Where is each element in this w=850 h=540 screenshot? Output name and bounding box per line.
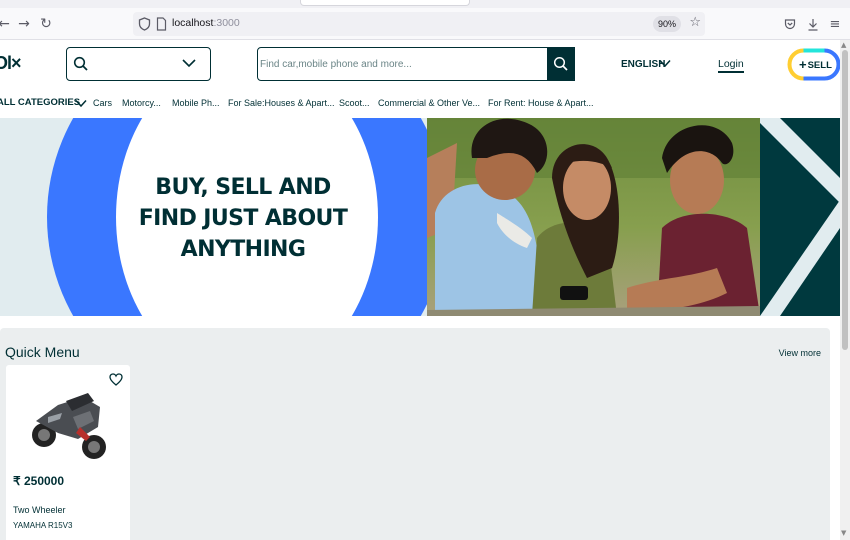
category-commercial-vehicles[interactable]: Commercial & Other Ve... xyxy=(378,98,480,108)
chevron-down-icon[interactable] xyxy=(182,58,196,68)
login-link[interactable]: Login xyxy=(718,58,744,73)
search-icon xyxy=(73,56,88,71)
pocket-icon[interactable] xyxy=(782,15,798,33)
quick-menu-section: Quick Menu View more ₹ 250000 Two Wheele… xyxy=(0,328,830,540)
sell-text: SELL xyxy=(807,60,832,71)
page-viewport: Ol× ENGLISH Login +SELL ALL CATEGORIES xyxy=(0,40,840,540)
category-cars[interactable]: Cars xyxy=(93,98,112,108)
banner-headline: BUY, SELL AND FIND JUST ABOUT ANYTHING xyxy=(118,172,368,265)
browser-toolbar: ← → ↻ localhost:3000 90% ☆ ≡ xyxy=(0,8,850,40)
category-scooters[interactable]: Scoot... xyxy=(339,98,370,108)
heart-icon[interactable] xyxy=(109,373,123,386)
active-tab[interactable] xyxy=(300,0,470,6)
hero-banner[interactable]: BUY, SELL AND FIND JUST ABOUT ANYTHING xyxy=(0,118,840,316)
banner-photo xyxy=(427,118,760,316)
chevron-down-icon[interactable] xyxy=(659,59,671,68)
sell-button[interactable]: +SELL xyxy=(787,48,840,81)
banner-accent xyxy=(760,118,840,316)
banner-line-3: ANYTHING xyxy=(180,237,306,262)
download-icon[interactable] xyxy=(805,15,821,33)
address-bar[interactable]: localhost:3000 90% ☆ xyxy=(133,12,705,36)
category-houses-sale[interactable]: For Sale:Houses & Apart... xyxy=(228,98,335,108)
product-price: ₹ 250000 xyxy=(13,474,65,488)
view-more-link[interactable]: View more xyxy=(779,348,821,358)
page-scrollbar[interactable]: ▲ ▼ xyxy=(840,40,850,540)
people-photo-illustration xyxy=(427,118,760,316)
search-bar xyxy=(257,47,575,81)
motorcycle-icon xyxy=(32,393,106,459)
scroll-down-arrow-icon[interactable]: ▼ xyxy=(841,529,846,537)
olx-logo[interactable]: Ol× xyxy=(0,53,21,74)
product-card[interactable]: ₹ 250000 Two Wheeler YAMAHA R15V3 xyxy=(6,365,130,540)
scrollbar-thumb[interactable] xyxy=(842,50,848,350)
plus-icon: + xyxy=(799,57,807,72)
product-model: YAMAHA R15V3 xyxy=(13,521,73,530)
category-mobile-phones[interactable]: Mobile Ph... xyxy=(172,98,220,108)
scroll-up-arrow-icon[interactable]: ▲ xyxy=(841,41,846,49)
banner-line-1: BUY, SELL AND xyxy=(155,175,331,200)
search-input[interactable] xyxy=(260,49,545,79)
search-icon xyxy=(553,56,568,71)
banner-line-2: FIND JUST ABOUT xyxy=(138,206,348,231)
banner-graphic: BUY, SELL AND FIND JUST ABOUT ANYTHING xyxy=(0,118,427,316)
site-header: Ol× ENGLISH Login +SELL xyxy=(0,40,840,90)
bookmark-star-icon[interactable]: ☆ xyxy=(689,15,701,30)
all-categories-button[interactable]: ALL CATEGORIES xyxy=(0,97,80,108)
menu-icon[interactable]: ≡ xyxy=(827,15,843,33)
quick-menu-title: Quick Menu xyxy=(5,344,80,360)
forward-icon[interactable]: → xyxy=(14,14,34,34)
product-category: Two Wheeler xyxy=(13,505,66,515)
location-search[interactable] xyxy=(66,47,211,81)
url-host: localhost xyxy=(172,17,214,29)
search-button[interactable] xyxy=(547,47,575,81)
back-icon[interactable]: ← xyxy=(0,14,14,34)
url-port: :3000 xyxy=(213,17,240,29)
category-house-rent[interactable]: For Rent: House & Apart... xyxy=(488,98,594,108)
tab-strip xyxy=(0,0,850,8)
category-motorcycles[interactable]: Motorcy... xyxy=(122,98,161,108)
reload-icon[interactable]: ↻ xyxy=(36,14,56,34)
url-text[interactable]: localhost:3000 xyxy=(172,17,240,29)
shield-icon[interactable] xyxy=(138,17,151,31)
category-bar: ALL CATEGORIES Cars Motorcy... Mobile Ph… xyxy=(0,91,840,117)
banner-chevron-graphic xyxy=(760,118,840,316)
zoom-indicator[interactable]: 90% xyxy=(652,16,681,32)
page-icon xyxy=(156,17,167,31)
sell-label: +SELL xyxy=(799,57,832,72)
chevron-down-icon[interactable] xyxy=(75,99,87,108)
